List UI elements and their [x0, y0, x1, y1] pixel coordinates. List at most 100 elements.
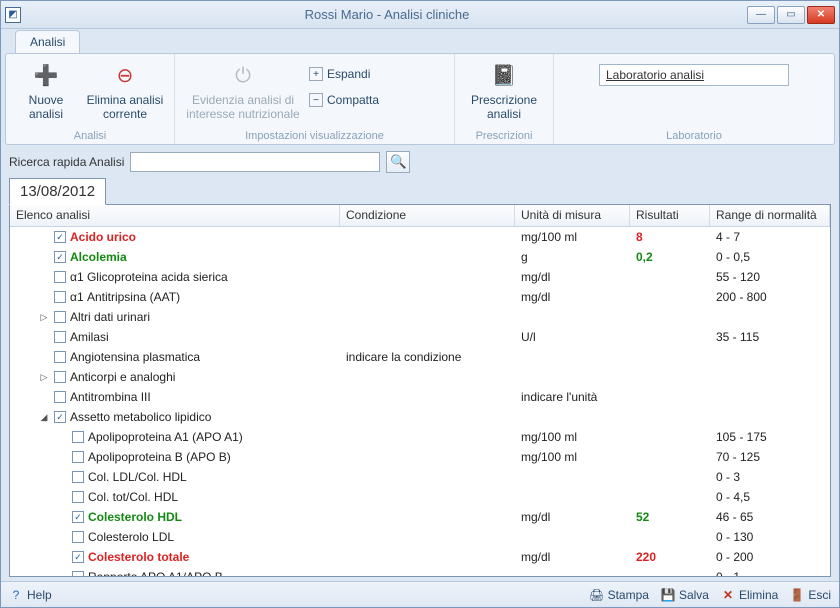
row-name: Colesterolo LDL [88, 530, 174, 544]
expander-icon[interactable]: ▷ [38, 311, 50, 323]
expander-icon [38, 291, 50, 303]
table-row[interactable]: AmilasiU/l35 - 115 [10, 327, 830, 347]
row-condition [340, 335, 515, 339]
power-icon: ⏻ [227, 60, 259, 92]
expander-icon [56, 491, 68, 503]
compatta-button[interactable]: − Compatta [309, 90, 379, 110]
esci-button[interactable]: 🚪 Esci [790, 588, 831, 602]
row-result [630, 335, 710, 339]
row-checkbox[interactable] [54, 251, 66, 263]
salva-button[interactable]: 💾 Salva [661, 588, 709, 602]
date-tab-active[interactable]: 13/08/2012 [9, 178, 106, 205]
table-row[interactable]: ▷ Altri dati urinari [10, 307, 830, 327]
stampa-button[interactable]: 🖨 Stampa [590, 588, 649, 602]
row-checkbox[interactable] [54, 231, 66, 243]
col-header-name[interactable]: Elenco analisi [10, 205, 340, 226]
row-checkbox[interactable] [72, 491, 84, 503]
espandi-button[interactable]: + Espandi [309, 64, 379, 84]
row-name: Apolipoproteina A1 (APO A1) [88, 430, 243, 444]
row-unit [515, 415, 630, 419]
row-checkbox[interactable] [72, 531, 84, 543]
row-unit [515, 355, 630, 359]
row-condition [340, 455, 515, 459]
expander-icon[interactable]: ▷ [38, 371, 50, 383]
row-range: 0 - 130 [710, 528, 830, 546]
col-header-res[interactable]: Risultati [630, 205, 710, 226]
row-checkbox[interactable] [72, 431, 84, 443]
row-range: 35 - 115 [710, 328, 830, 346]
elimina-button[interactable]: ✕ Elimina [721, 588, 778, 602]
table-row[interactable]: Apolipoproteina B (APO B)mg/100 ml70 - 1… [10, 447, 830, 467]
expander-icon [56, 471, 68, 483]
row-checkbox[interactable] [72, 571, 84, 576]
table-row[interactable]: Apolipoproteina A1 (APO A1)mg/100 ml105 … [10, 427, 830, 447]
row-checkbox[interactable] [54, 331, 66, 343]
help-button[interactable]: ? Help [9, 588, 52, 602]
row-result [630, 455, 710, 459]
row-checkbox[interactable] [54, 311, 66, 323]
row-checkbox[interactable] [54, 271, 66, 283]
row-condition [340, 555, 515, 559]
col-header-cond[interactable]: Condizione [340, 205, 515, 226]
elimina-analisi-button[interactable]: ⊖ Elimina analisi corrente [84, 58, 166, 124]
col-header-range[interactable]: Range di normalità [710, 205, 830, 226]
row-checkbox[interactable] [72, 511, 84, 523]
tab-analisi[interactable]: Analisi [15, 30, 80, 53]
window-controls: — ▭ ✕ [747, 6, 835, 24]
row-result: 52 [630, 508, 710, 526]
grid-header: Elenco analisi Condizione Unità di misur… [10, 205, 830, 227]
table-row[interactable]: α1 Glicoproteina acida siericamg/dl55 - … [10, 267, 830, 287]
row-range: 0 - 1 [710, 568, 830, 576]
row-unit: mg/dl [515, 548, 630, 566]
row-unit [515, 495, 630, 499]
minimize-button[interactable]: — [747, 6, 775, 24]
ribbon-group-laboratorio: Laboratorio analisi Laboratorio [554, 54, 834, 144]
table-row[interactable]: Acido uricomg/100 ml84 - 7 [10, 227, 830, 247]
expander-icon [56, 571, 68, 576]
delete-icon: ✕ [721, 588, 735, 602]
row-name: Altri dati urinari [70, 310, 150, 324]
row-condition [340, 515, 515, 519]
row-checkbox[interactable] [72, 451, 84, 463]
row-checkbox[interactable] [54, 351, 66, 363]
row-result [630, 415, 710, 419]
table-row[interactable]: Colesterolo HDLmg/dl5246 - 65 [10, 507, 830, 527]
row-checkbox[interactable] [54, 411, 66, 423]
ribbon-group-prescrizioni: 📓 Prescrizione analisi Prescrizioni [455, 54, 554, 144]
statusbar: ? Help 🖨 Stampa 💾 Salva ✕ Elimina 🚪 Esci [1, 581, 839, 607]
row-condition [340, 575, 515, 576]
search-button[interactable]: 🔍 [386, 151, 410, 173]
nuove-analisi-button[interactable]: ➕ Nuove analisi [14, 58, 78, 124]
row-checkbox[interactable] [72, 551, 84, 563]
row-checkbox[interactable] [54, 391, 66, 403]
row-checkbox[interactable] [54, 291, 66, 303]
table-row[interactable]: ▷Anticorpi e analoghi [10, 367, 830, 387]
row-checkbox[interactable] [54, 371, 66, 383]
table-row[interactable]: Angiotensina plasmaticaindicare la condi… [10, 347, 830, 367]
row-condition [340, 475, 515, 479]
expander-icon [38, 351, 50, 363]
table-row[interactable]: Col. LDL/Col. HDL0 - 3 [10, 467, 830, 487]
row-range: 55 - 120 [710, 268, 830, 286]
prescrizione-button[interactable]: 📓 Prescrizione analisi [463, 58, 545, 124]
col-header-unit[interactable]: Unità di misura [515, 205, 630, 226]
maximize-button[interactable]: ▭ [777, 6, 805, 24]
row-name: Acido urico [70, 230, 136, 244]
grid-body[interactable]: Acido uricomg/100 ml84 - 7Alcolemiag0,20… [10, 227, 830, 576]
table-row[interactable]: Col. tot/Col. HDL0 - 4,5 [10, 487, 830, 507]
table-row[interactable]: α1 Antitripsina (AAT)mg/dl200 - 800 [10, 287, 830, 307]
search-input[interactable] [130, 152, 380, 172]
table-row[interactable]: Antitrombina IIIindicare l'unità [10, 387, 830, 407]
laboratorio-field[interactable]: Laboratorio analisi [599, 64, 789, 86]
table-row[interactable]: Alcolemiag0,20 - 0,5 [10, 247, 830, 267]
row-name: Alcolemia [70, 250, 127, 264]
row-condition [340, 395, 515, 399]
table-row[interactable]: Colesterolo totalemg/dl2200 - 200 [10, 547, 830, 567]
evidenzia-button[interactable]: ⏻ Evidenzia analisi di interesse nutrizi… [183, 58, 303, 124]
close-button[interactable]: ✕ [807, 6, 835, 24]
table-row[interactable]: ◢Assetto metabolico lipidico [10, 407, 830, 427]
row-checkbox[interactable] [72, 471, 84, 483]
expander-icon[interactable]: ◢ [38, 411, 50, 423]
table-row[interactable]: Rapporto APO A1/APO B0 - 1 [10, 567, 830, 576]
table-row[interactable]: Colesterolo LDL 0 - 130 [10, 527, 830, 547]
